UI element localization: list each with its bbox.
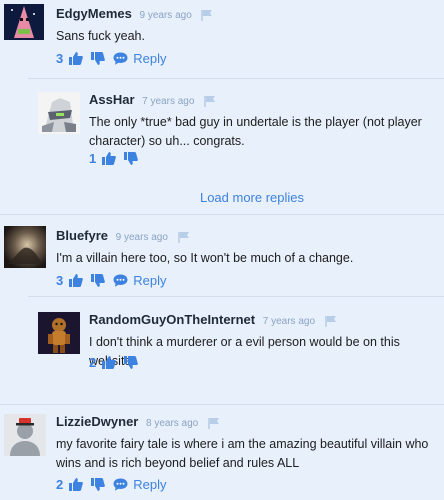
thumbs-down-icon[interactable]	[91, 478, 106, 491]
comment-author[interactable]: Bluefyre	[56, 228, 108, 243]
thumbs-down-icon[interactable]	[124, 356, 139, 369]
comment-text: I don't think a murderer or a evil perso…	[89, 335, 400, 368]
default-avatar-icon	[4, 414, 46, 456]
thumbs-up-icon[interactable]	[69, 274, 84, 287]
like-count: 2	[56, 477, 64, 492]
avatar[interactable]	[38, 92, 80, 134]
comment-timestamp[interactable]: 8 years ago	[146, 418, 198, 429]
thumbs-down-icon[interactable]	[91, 274, 106, 287]
reply-bubble-icon[interactable]	[113, 52, 128, 65]
thumbs-up-icon[interactable]	[69, 478, 84, 491]
comment-author[interactable]: RandomGuyOnTheInternet	[89, 312, 255, 327]
thumbs-up-icon[interactable]	[69, 52, 84, 65]
load-more-replies-link[interactable]: Load more replies	[0, 190, 444, 205]
reply-button[interactable]: Reply	[133, 477, 166, 492]
divider	[28, 78, 444, 79]
comment-text: The only *true* bad guy in undertale is …	[89, 115, 422, 148]
avatar[interactable]	[4, 4, 44, 40]
flag-icon[interactable]	[201, 9, 213, 21]
comment-text: Sans fuck yeah.	[56, 29, 145, 43]
like-count: 3	[56, 51, 64, 66]
thumbs-up-icon[interactable]	[102, 356, 117, 369]
comment-timestamp[interactable]: 9 years ago	[116, 232, 168, 243]
avatar[interactable]	[4, 226, 46, 268]
comment-reply: AssHar 7 years ago The only *true* bad g…	[0, 80, 444, 180]
divider	[28, 296, 444, 297]
comment-reply: RandomGuyOnTheInternet 7 years ago I don…	[0, 298, 444, 398]
avatar-image	[38, 92, 80, 134]
thumbs-down-icon[interactable]	[124, 152, 139, 165]
comment-author[interactable]: LizzieDwyner	[56, 414, 138, 429]
like-count: 3	[56, 273, 64, 288]
avatar-image	[4, 226, 46, 268]
reply-button[interactable]: Reply	[133, 273, 166, 288]
divider	[0, 214, 444, 215]
comment-text: my favorite fairy tale is where i am the…	[56, 437, 429, 470]
comment-author[interactable]: EdgyMemes	[56, 6, 132, 21]
comment-timestamp[interactable]: 9 years ago	[140, 10, 192, 21]
comment-timestamp[interactable]: 7 years ago	[142, 96, 194, 107]
like-count: 1	[89, 151, 97, 166]
divider	[0, 404, 444, 405]
avatar[interactable]	[38, 312, 80, 354]
avatar-image	[4, 4, 44, 40]
comment: LizzieDwyner 8 years ago my favorite fai…	[0, 406, 444, 500]
flag-icon[interactable]	[324, 315, 337, 327]
flag-icon[interactable]	[177, 231, 190, 243]
comment-timestamp[interactable]: 7 years ago	[263, 316, 315, 327]
comment: Bluefyre 9 years ago I'm a villain here …	[0, 216, 444, 296]
flag-icon[interactable]	[204, 95, 216, 107]
avatar[interactable]	[4, 414, 46, 456]
avatar-image	[38, 312, 80, 354]
flag-icon[interactable]	[208, 417, 220, 429]
thumbs-up-icon[interactable]	[102, 152, 117, 165]
like-count: 2	[89, 355, 97, 370]
comment-author[interactable]: AssHar	[89, 92, 135, 107]
reply-bubble-icon[interactable]	[113, 478, 128, 491]
reply-button[interactable]: Reply	[133, 51, 166, 66]
comment-text: I'm a villain here too, so It won't be m…	[56, 251, 354, 265]
reply-bubble-icon[interactable]	[113, 274, 128, 287]
comment: EdgyMemes 9 years ago Sans fuck yeah. 3 …	[0, 0, 444, 80]
thumbs-down-icon[interactable]	[91, 52, 106, 65]
